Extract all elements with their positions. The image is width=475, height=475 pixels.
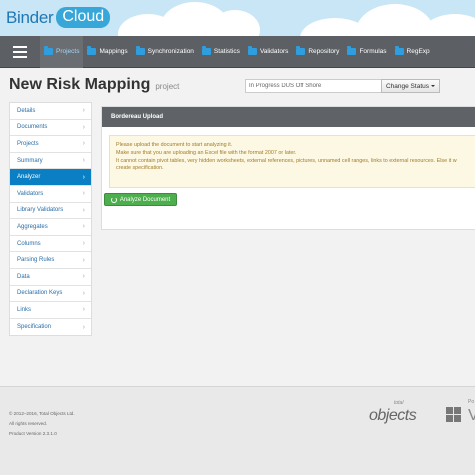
chevron-right-icon: › bbox=[82, 157, 85, 165]
nav-item-repository[interactable]: Repository bbox=[292, 36, 343, 68]
caret-down-icon bbox=[431, 85, 435, 87]
project-sidebar: Details › Documents › Projects › Summary › A… bbox=[9, 102, 92, 337]
alert-line: create specification. bbox=[116, 165, 164, 172]
nav-item-validators[interactable]: Validators bbox=[244, 36, 292, 68]
page-subtitle: project bbox=[155, 82, 180, 91]
platform-logo: V bbox=[468, 407, 475, 424]
logo-badge: Cloud bbox=[56, 7, 111, 28]
chevron-right-icon: › bbox=[82, 256, 85, 264]
status-field[interactable] bbox=[245, 79, 382, 93]
total-objects-logo: objects bbox=[369, 407, 417, 424]
folder-icon bbox=[347, 46, 357, 55]
sidebar-item-parsing-rules[interactable]: Parsing Rules › bbox=[10, 252, 91, 269]
sidebar-item-columns[interactable]: Columns › bbox=[10, 236, 91, 253]
chevron-right-icon: › bbox=[82, 323, 85, 331]
sidebar-item-specification[interactable]: Specification › bbox=[10, 319, 91, 336]
chevron-right-icon: › bbox=[82, 273, 85, 281]
chevron-right-icon: › bbox=[82, 289, 85, 297]
version-text: Product Version 2.3.1.0 bbox=[9, 431, 57, 436]
nav-item-projects[interactable]: Projects bbox=[40, 35, 84, 68]
refresh-icon bbox=[110, 196, 117, 203]
chevron-right-icon: › bbox=[82, 240, 85, 248]
panel-title: Bordereau Upload bbox=[102, 107, 475, 127]
page-heading: New Risk Mapping project bbox=[9, 76, 179, 94]
partner-logo-small: total bbox=[394, 400, 404, 406]
sidebar-item-documents[interactable]: Documents › bbox=[10, 120, 91, 137]
menu-icon[interactable] bbox=[0, 36, 40, 68]
chevron-right-icon: › bbox=[82, 206, 85, 214]
chevron-right-icon: › bbox=[82, 190, 85, 198]
sidebar-item-analyzer[interactable]: Analyzer › bbox=[10, 169, 91, 186]
folder-icon bbox=[247, 46, 257, 55]
chevron-right-icon: › bbox=[82, 140, 85, 148]
sidebar-item-library-validators[interactable]: Library Validators › bbox=[10, 203, 91, 220]
folder-icon bbox=[394, 46, 404, 55]
sidebar-item-declaration-keys[interactable]: Declaration Keys › bbox=[10, 286, 91, 303]
alert-line: Make sure that you are uploading an Exce… bbox=[116, 149, 297, 156]
folder-icon bbox=[44, 46, 53, 55]
nav-item-mappings[interactable]: Mappings bbox=[83, 36, 131, 68]
sidebar-item-validators[interactable]: Validators › bbox=[10, 186, 91, 203]
analyze-document-button[interactable]: Analyze Document bbox=[104, 193, 177, 206]
folder-icon bbox=[87, 46, 97, 55]
chevron-right-icon: › bbox=[82, 107, 85, 115]
sidebar-item-links[interactable]: Links › bbox=[10, 302, 91, 319]
nav-item-synchronization[interactable]: Synchronization bbox=[132, 36, 198, 68]
header-banner: Binder Cloud bbox=[0, 0, 475, 36]
nav-item-regexp[interactable]: RegExp bbox=[391, 36, 434, 68]
windows-icon bbox=[446, 407, 462, 423]
rights-text: All rights reserved. bbox=[9, 421, 48, 426]
folder-icon bbox=[296, 46, 306, 55]
footer-info: © 2012–2016, Total Objects Ltd. All righ… bbox=[9, 409, 75, 439]
platform-logo-small: Po bbox=[468, 399, 475, 405]
chevron-right-icon: › bbox=[82, 173, 85, 181]
sidebar-item-details[interactable]: Details › bbox=[10, 103, 91, 120]
sidebar-item-summary[interactable]: Summary › bbox=[10, 153, 91, 170]
chevron-right-icon: › bbox=[82, 123, 85, 131]
sidebar-item-data[interactable]: Data › bbox=[10, 269, 91, 286]
logo-text: Binder bbox=[6, 7, 54, 27]
nav-item-formulas[interactable]: Formulas bbox=[343, 36, 390, 68]
folder-icon bbox=[201, 46, 211, 55]
folder-icon bbox=[135, 46, 145, 55]
change-status-button[interactable]: Change Status bbox=[381, 79, 440, 93]
copyright-text: © 2012–2016, Total Objects Ltd. bbox=[9, 411, 75, 416]
sidebar-item-aggregates[interactable]: Aggregates › bbox=[10, 219, 91, 236]
main-navbar: Projects Mappings Synchronization Statis… bbox=[0, 35, 475, 68]
chevron-right-icon: › bbox=[82, 223, 85, 231]
upload-panel: Bordereau Upload Please upload the docum… bbox=[101, 106, 475, 230]
footer: © 2012–2016, Total Objects Ltd. All righ… bbox=[0, 386, 475, 475]
upload-instructions-alert: Please upload the document to start anal… bbox=[109, 135, 475, 188]
alert-line: It cannot contain pivot tables, very hid… bbox=[116, 157, 457, 164]
sidebar-item-projects[interactable]: Projects › bbox=[10, 136, 91, 153]
alert-line: Please upload the document to start anal… bbox=[116, 142, 233, 148]
app-logo[interactable]: Binder Cloud bbox=[6, 7, 111, 28]
page-title: New Risk Mapping bbox=[9, 76, 151, 93]
nav-item-statistics[interactable]: Statistics bbox=[198, 36, 244, 68]
chevron-right-icon: › bbox=[82, 306, 85, 314]
